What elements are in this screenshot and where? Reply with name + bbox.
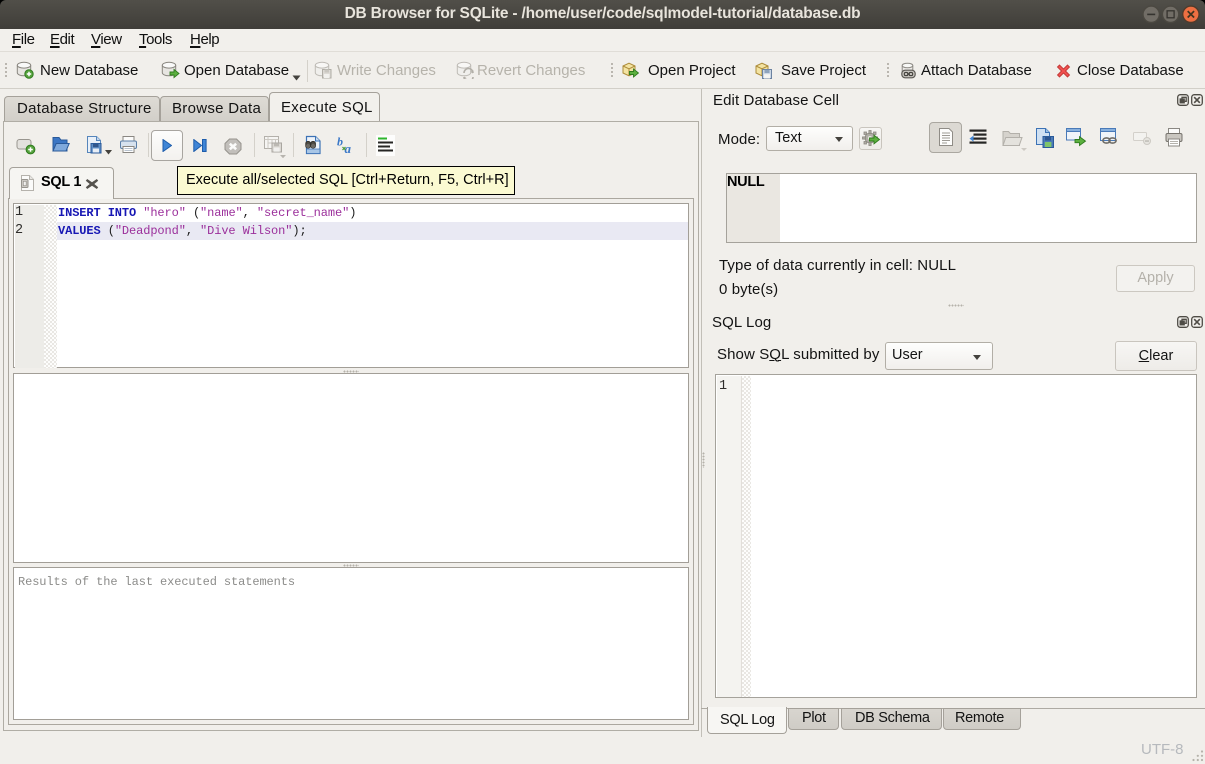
svg-text:b: b <box>337 136 343 149</box>
svg-text:a: a <box>345 141 352 155</box>
